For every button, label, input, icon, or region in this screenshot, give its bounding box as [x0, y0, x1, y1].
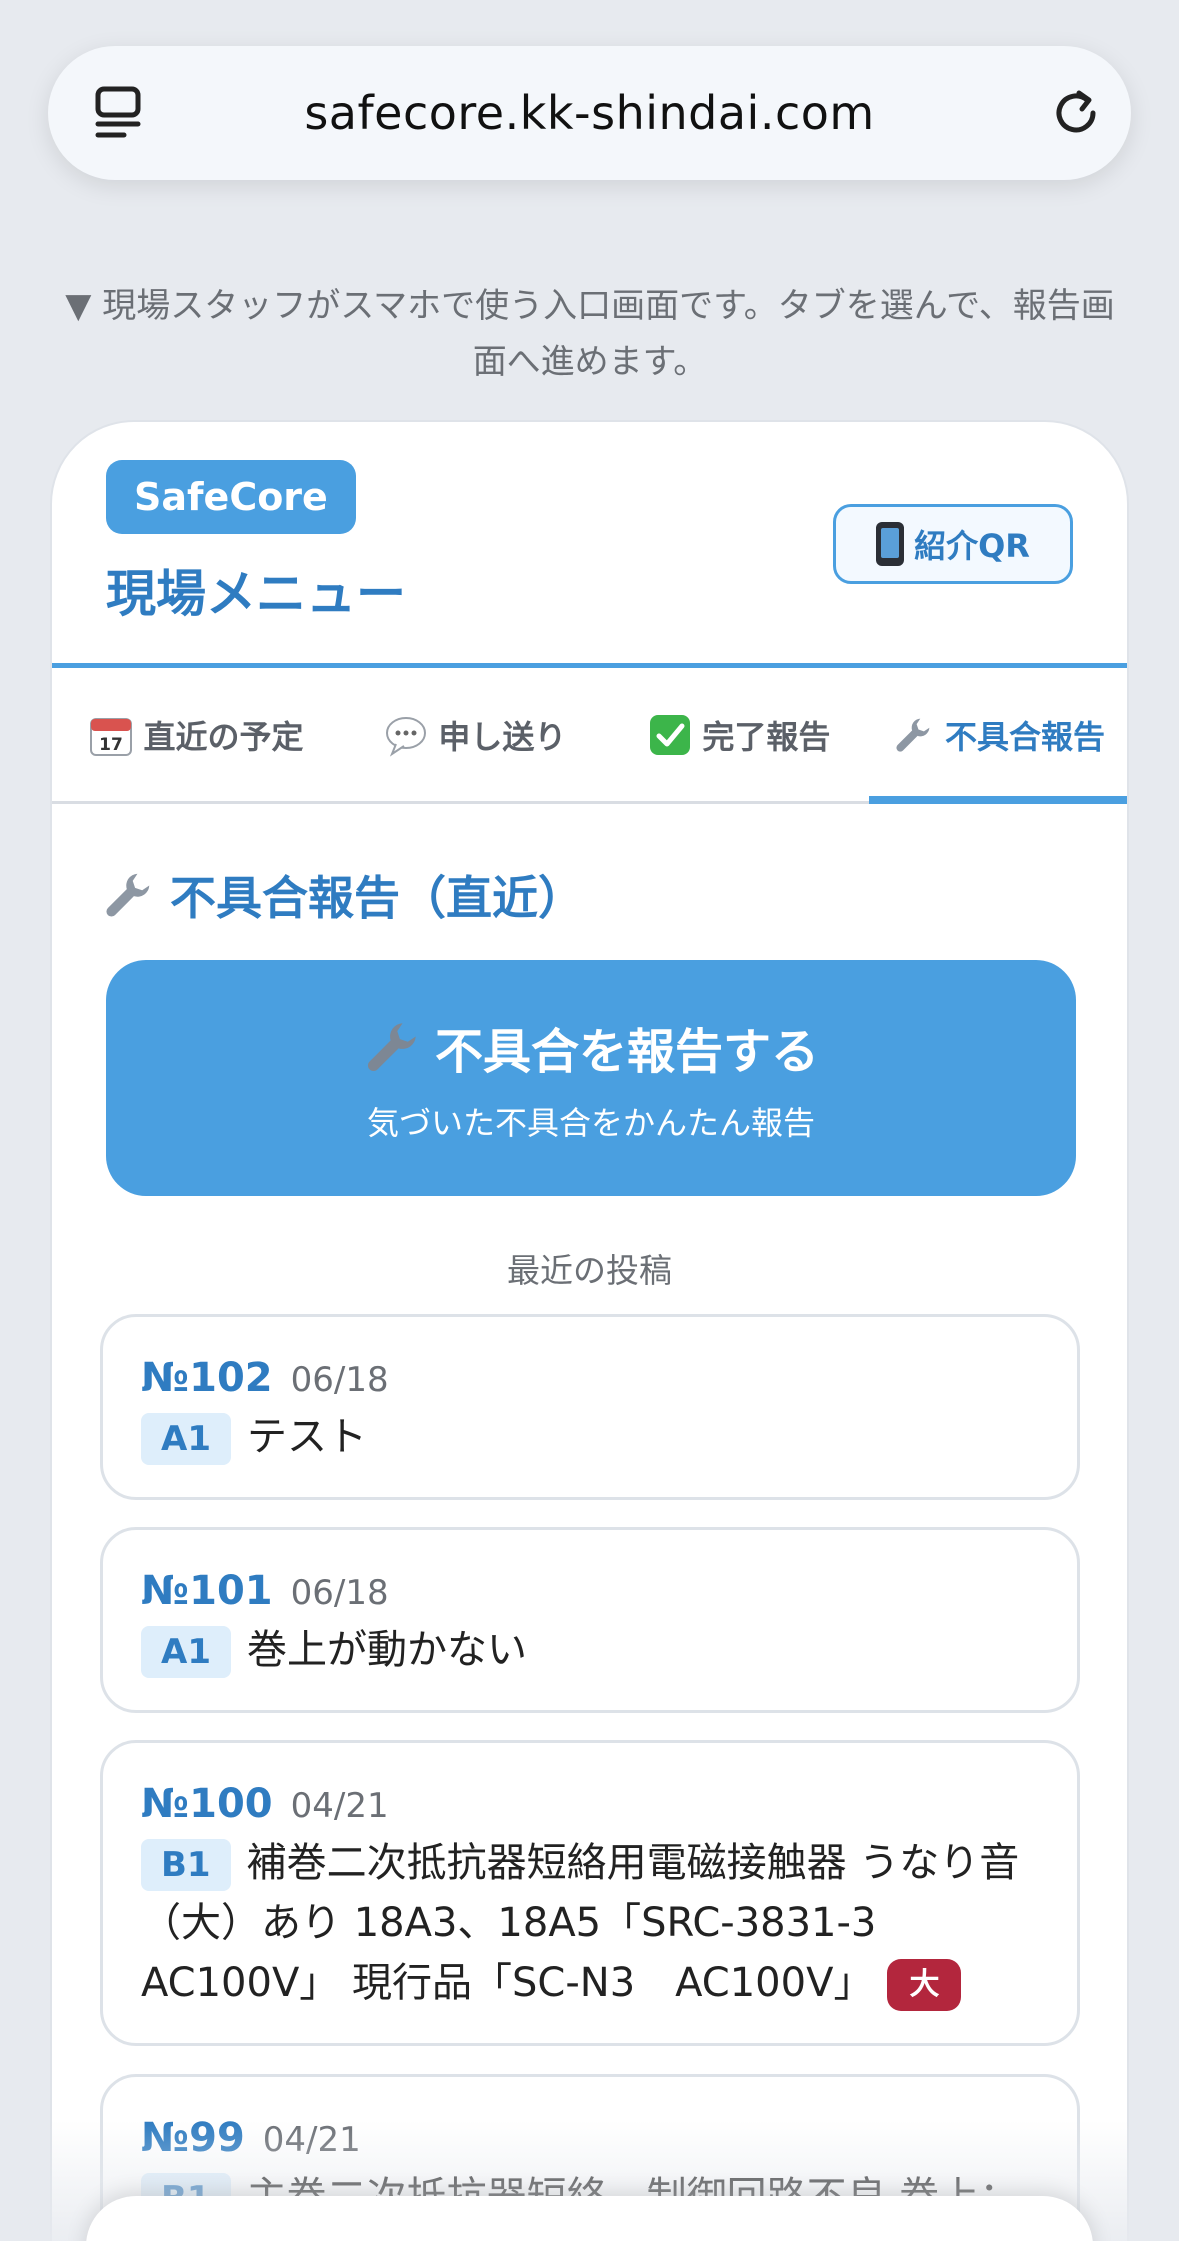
tab-defect-report[interactable]: 不具合報告 — [868, 668, 1127, 804]
intro-hint: ▼ 現場スタッフがスマホで使う入口画面です。タブを選んで、報告画面へ進めます。 — [65, 286, 1115, 382]
post-text: テスト — [246, 1414, 367, 1460]
calendar-icon: 17 — [89, 713, 133, 757]
post-item[interactable]: №101 06/18 A1 巻上が動かない — [100, 1527, 1080, 1713]
post-number: №101 — [141, 1568, 273, 1614]
post-date: 04/21 — [262, 2120, 361, 2160]
tab-completion-label: 完了報告 — [702, 717, 831, 756]
post-number: №100 — [141, 1781, 273, 1827]
intro-qr-button[interactable]: 紹介QR — [833, 504, 1073, 584]
post-item[interactable]: №100 04/21 B1 補巻二次抵抗器短絡用電磁接触器 うなり音（大）あり 1… — [100, 1740, 1080, 2046]
tab-handover-label: 申し送り — [438, 717, 567, 756]
menu-card: SafeCore 現場メニュー 紹介QR 17 直近の予定 申し送り 完了報告 … — [50, 420, 1129, 2241]
post-number: №102 — [141, 1355, 273, 1401]
report-button-sublabel: 気づいた不具合をかんたん報告 — [366, 1104, 815, 1142]
tab-schedule-label: 直近の予定 — [143, 717, 304, 756]
location-tag: A1 — [141, 1413, 231, 1465]
brand-badge: SafeCore — [106, 460, 356, 534]
browser-toolbar[interactable] — [86, 2196, 1093, 2241]
intro-qr-label: 紹介QR — [914, 527, 1030, 565]
post-date: 06/18 — [290, 1573, 389, 1613]
tab-completion-report[interactable]: 完了報告 — [610, 668, 869, 801]
page-title: 現場メニュー — [106, 565, 406, 623]
phone-icon — [876, 522, 905, 566]
post-text: 巻上が動かない — [246, 1627, 527, 1673]
wrench-icon — [367, 1023, 416, 1072]
post-number: №99 — [141, 2115, 245, 2161]
section-title-text: 不具合報告（直近） — [170, 871, 584, 925]
location-tag: A1 — [141, 1626, 231, 1678]
svg-text:17: 17 — [100, 735, 124, 755]
recent-posts-label: 最近の投稿 — [507, 1251, 672, 1290]
report-defect-button[interactable]: 不具合を報告する 気づいた不具合をかんたん報告 — [106, 960, 1076, 1196]
url-text[interactable]: safecore.kk-shindai.com — [304, 86, 874, 140]
section-title: 不具合報告（直近） — [102, 862, 584, 928]
severity-badge: 大 — [887, 1959, 962, 2011]
tab-handover[interactable]: 申し送り — [341, 668, 610, 801]
wrench-icon — [891, 713, 935, 757]
location-tag: B1 — [141, 1839, 231, 1891]
check-icon — [648, 713, 692, 757]
post-item[interactable]: №102 06/18 A1 テスト — [100, 1314, 1080, 1500]
post-date: 04/21 — [290, 1786, 389, 1826]
card-header: SafeCore 現場メニュー 紹介QR — [52, 422, 1127, 668]
report-button-label: 不具合を報告する — [434, 1024, 819, 1080]
tab-schedule[interactable]: 17 直近の予定 — [52, 668, 341, 801]
tab-bar: 17 直近の予定 申し送り 完了報告 不具合報告 — [52, 668, 1127, 804]
tab-defect-label: 不具合報告 — [944, 717, 1105, 756]
tabs-icon[interactable] — [94, 86, 146, 140]
address-bar[interactable]: safecore.kk-shindai.com — [48, 46, 1131, 180]
reload-icon[interactable] — [1047, 84, 1105, 142]
wrench-icon — [106, 873, 150, 917]
post-date: 06/18 — [290, 1360, 389, 1400]
speech-bubble-icon — [384, 713, 428, 757]
